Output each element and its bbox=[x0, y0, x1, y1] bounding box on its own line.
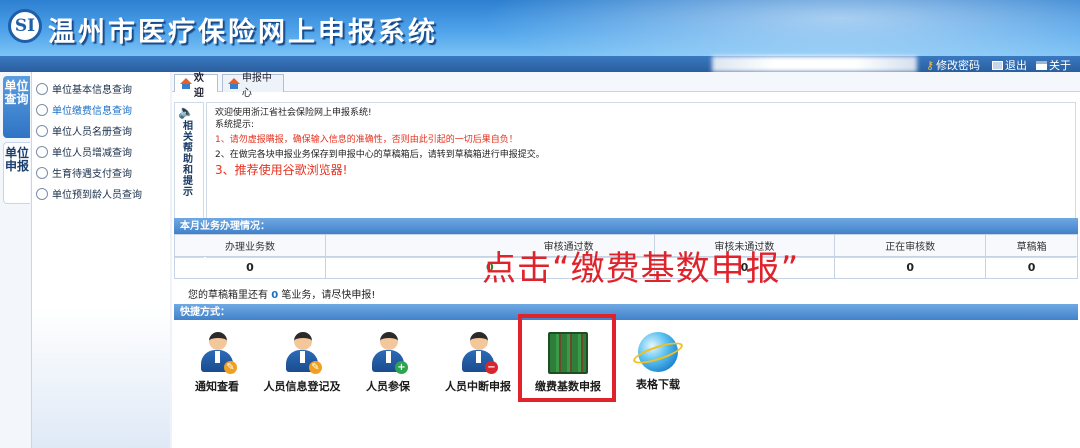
tab-welcome[interactable]: 欢迎 bbox=[174, 73, 218, 99]
notice-browser-tip: 3、推荐使用谷歌浏览器! bbox=[215, 163, 348, 177]
about-link[interactable]: 关于 bbox=[1036, 57, 1071, 73]
tab-declare-center[interactable]: 申报中心 bbox=[222, 73, 284, 99]
col-total: 办理业务数 bbox=[174, 234, 326, 257]
draft-reminder: 您的草稿箱里还有 0 笔业务，请尽快申报! bbox=[188, 290, 376, 301]
radio-icon bbox=[36, 82, 48, 95]
shortcuts-section-title: 快捷方式： bbox=[174, 304, 1078, 321]
speaker-icon: 🔈 bbox=[178, 105, 195, 120]
change-password-link[interactable]: ⚷ 修改密码 bbox=[926, 57, 980, 73]
radio-icon bbox=[36, 166, 48, 179]
register-person-icon: ✎ bbox=[282, 332, 322, 374]
value-total: 0 bbox=[174, 256, 326, 279]
stats-section-title: 本月业务办理情况： bbox=[174, 218, 1078, 235]
notice-person-icon: ✎ bbox=[197, 332, 237, 374]
logout-icon bbox=[992, 60, 1003, 70]
interrupt-person-icon: − bbox=[458, 332, 498, 374]
radio-icon bbox=[36, 145, 48, 158]
value-drafts: 0 bbox=[985, 256, 1078, 279]
shortcut-form-download[interactable]: 表格下载 bbox=[612, 332, 704, 392]
sidebar-item-payment-info[interactable]: 单位缴费信息查询 bbox=[36, 99, 142, 120]
vtab-unit-query[interactable]: 单位查询 bbox=[3, 76, 30, 138]
draft-count: 0 bbox=[271, 290, 279, 301]
radio-icon bbox=[36, 187, 48, 200]
shortcut-insure[interactable]: + 人员参保 bbox=[342, 332, 434, 394]
home-icon bbox=[228, 78, 240, 89]
notice-heading: 系统提示: bbox=[215, 120, 255, 130]
main-content: 欢迎 申报中心 🔈 相关帮助和提示 欢迎使用浙江省社会保险网上申报系统! 系统提… bbox=[172, 72, 1080, 448]
shortcut-register[interactable]: ✎ 人员信息登记及 bbox=[256, 332, 348, 394]
sidebar-vertical-tabs: 单位查询 单位申报 bbox=[0, 72, 32, 448]
sidebar: 单位查询 单位申报 单位基本信息查询 单位缴费信息查询 单位人员名册查询 单位人… bbox=[0, 72, 170, 448]
insure-person-icon: + bbox=[368, 332, 408, 374]
instruction-overlay: 点击“缴费基数申报” bbox=[482, 249, 800, 289]
header-banner: SI 温州市医疗保险网上申报系统 bbox=[0, 0, 1080, 56]
redacted-user-info bbox=[712, 56, 917, 72]
about-icon bbox=[1036, 60, 1047, 70]
shortcut-interrupt[interactable]: − 人员中断申报 bbox=[432, 332, 524, 394]
sidebar-item-retirement-age[interactable]: 单位预到龄人员查询 bbox=[36, 183, 142, 204]
radio-icon bbox=[36, 124, 48, 137]
value-pending: 0 bbox=[834, 256, 987, 279]
help-label: 相关帮助和提示 bbox=[183, 121, 193, 198]
sidebar-item-staff-changes[interactable]: 单位人员增减查询 bbox=[36, 141, 142, 162]
notice-draft-tip: 2、在做完各块申报业务保存到申报中心的草稿箱后，请转到草稿箱进行申报提交。 bbox=[215, 150, 545, 160]
app-title: 温州市医疗保险网上申报系统 bbox=[48, 17, 438, 48]
col-drafts: 草稿箱 bbox=[985, 234, 1078, 257]
radio-icon bbox=[36, 103, 48, 116]
globe-icon bbox=[631, 332, 685, 372]
home-icon bbox=[180, 78, 192, 89]
social-insurance-logo: SI bbox=[8, 9, 42, 43]
sidebar-item-roster[interactable]: 单位人员名册查询 bbox=[36, 120, 142, 141]
top-toolbar: ⚷ 修改密码 退出 关于 bbox=[0, 56, 1080, 72]
vtab-unit-declare[interactable]: 单位申报 bbox=[3, 142, 30, 204]
sidebar-item-basic-info[interactable]: 单位基本信息查询 bbox=[36, 78, 142, 99]
col-pending: 正在审核数 bbox=[834, 234, 987, 257]
sidebar-item-maternity[interactable]: 生育待遇支付查询 bbox=[36, 162, 142, 183]
highlight-box bbox=[518, 314, 616, 402]
banner-decoration bbox=[420, 0, 1080, 56]
shortcuts-panel: ✎ 通知查看 ✎ 人员信息登记及 + 人员参保 − 人员中断申报 缴费基数申报 … bbox=[171, 314, 1078, 448]
shortcut-notice[interactable]: ✎ 通知查看 bbox=[171, 332, 263, 394]
notice-welcome: 欢迎使用浙江省社会保险网上申报系统! bbox=[215, 108, 372, 118]
notice-warning: 1、请勿虚报瞒报，确保输入信息的准确性，否则由此引起的一切后果自负！ bbox=[215, 135, 518, 145]
tab-bar: 欢迎 申报中心 bbox=[172, 72, 1080, 99]
key-icon: ⚷ bbox=[926, 58, 935, 72]
sidebar-menu: 单位基本信息查询 单位缴费信息查询 单位人员名册查询 单位人员增减查询 生育待遇… bbox=[36, 78, 142, 204]
logout-link[interactable]: 退出 bbox=[992, 57, 1027, 73]
